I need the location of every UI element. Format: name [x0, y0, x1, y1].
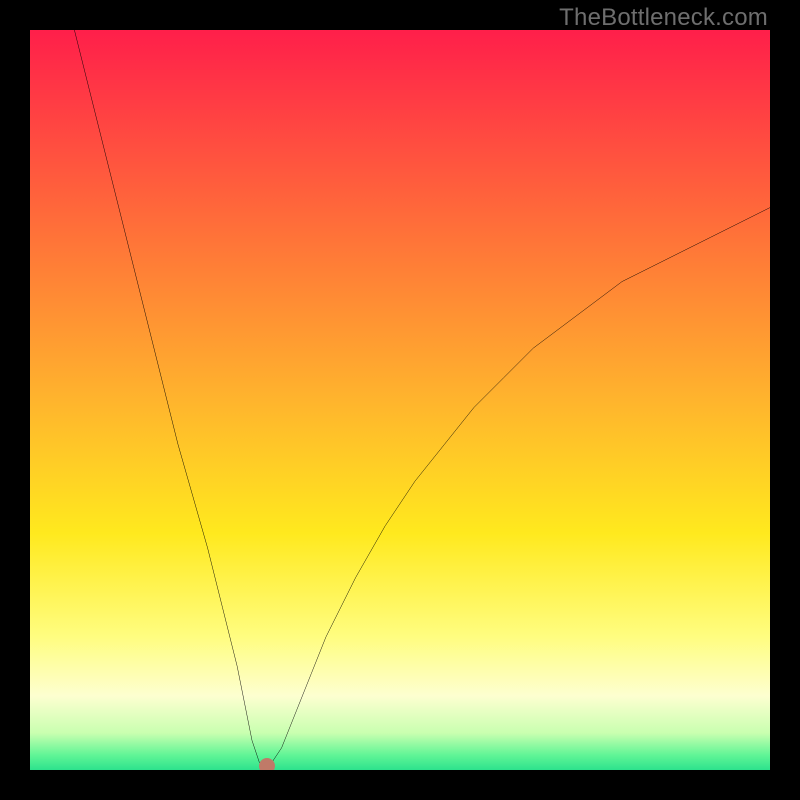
bottleneck-curve [30, 30, 770, 770]
watermark-label: TheBottleneck.com [559, 4, 768, 32]
chart-container: TheBottleneck.com [0, 0, 800, 800]
optimum-marker [259, 758, 275, 770]
plot-area [30, 30, 770, 770]
